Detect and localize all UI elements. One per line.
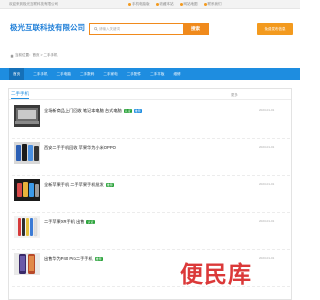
item-thumbnail[interactable] — [14, 105, 40, 127]
recommend-badge: 推荐 — [133, 109, 142, 113]
verified-badge: 认证 — [123, 109, 132, 113]
nav-item-tablets[interactable]: 二手平板 — [150, 72, 164, 77]
breadcrumb: 当前位置：首页 > 二手手机 — [10, 53, 58, 58]
nav-item-repair[interactable]: 维修 — [173, 72, 180, 77]
nav-item-computers[interactable]: 二手电脑 — [57, 72, 71, 77]
nav-item-appliances[interactable]: 二手家电 — [103, 72, 117, 77]
search-icon — [94, 27, 98, 31]
main-nav: 首页 二手手机 二手电脑 二手数码 二手家电 二手配件 二手平板 维修 — [0, 68, 300, 80]
publish-button[interactable]: 免费发布信息 — [257, 23, 293, 35]
item-title[interactable]: 全新苹果手机 二手苹果手机批发 推荐 — [44, 182, 114, 188]
top-link-mobile[interactable]: 手机电脑版 — [128, 2, 150, 7]
item-title[interactable]: 出售华为P40 Pro二手手机 推荐 — [44, 256, 103, 262]
nav-item-phones[interactable]: 二手手机 — [33, 72, 47, 77]
item-title[interactable]: 西安二手手机回收 苹果华为小米OPPO — [44, 145, 116, 151]
search-button[interactable]: 搜索 — [183, 24, 208, 34]
item-date: 2023-01-01 — [259, 219, 275, 223]
verified-badge: 认证 — [86, 220, 95, 224]
home-icon — [10, 53, 14, 58]
site-logo[interactable]: 极光互联科技有限公司 — [10, 22, 85, 33]
item-date: 2023-01-01 — [259, 108, 275, 112]
item-date: 2023-01-01 — [259, 182, 275, 186]
list-item[interactable]: 全新苹果手机 二手苹果手机批发 推荐 2023-01-01 — [12, 177, 290, 213]
mobile-icon — [128, 3, 131, 6]
recommend-badge: 推荐 — [105, 183, 114, 187]
search-input[interactable]: 请输入关键词 — [90, 24, 183, 34]
item-thumbnail[interactable] — [14, 216, 40, 238]
recommend-badge: 推荐 — [94, 257, 103, 261]
item-thumbnail[interactable] — [14, 179, 40, 201]
nav-item-home[interactable]: 首页 — [9, 68, 25, 80]
top-link-favorite[interactable]: 收藏本站 — [155, 2, 174, 7]
list-item[interactable]: 二手苹果XR手机 出售 认证 2023-01-01 — [12, 214, 290, 250]
welcome-text: 欢迎来到极光互联科技有限公司 — [9, 2, 58, 6]
search-placeholder: 请输入关键词 — [99, 27, 120, 31]
star-icon — [155, 3, 159, 6]
panel-more-link[interactable]: 更多 — [231, 92, 238, 97]
list-item[interactable]: 全场新商品上门回收 笔记本电脑 台式电脑 认证 推荐 2023-01-01 — [12, 103, 290, 139]
item-date: 2023-01-01 — [259, 145, 275, 149]
nav-item-digital[interactable]: 二手数码 — [80, 72, 94, 77]
top-link-sitemap[interactable]: 网站地图 — [179, 2, 198, 7]
item-title[interactable]: 二手苹果XR手机 出售 认证 — [44, 219, 95, 225]
item-date: 2023-01-01 — [259, 256, 275, 260]
top-link-contact[interactable]: 联系我们 — [203, 2, 222, 7]
watermark-text: 便民库 — [180, 262, 252, 288]
top-bar: 欢迎来到极光互联科技有限公司 手机电脑版 收藏本站 网站地图 联系我们 — [0, 0, 300, 9]
sitemap-icon — [179, 3, 183, 6]
item-thumbnail[interactable] — [14, 253, 40, 275]
breadcrumb-text: 当前位置：首页 > 二手手机 — [15, 53, 58, 57]
item-title[interactable]: 全场新商品上门回收 笔记本电脑 台式电脑 认证 推荐 — [44, 108, 142, 114]
nav-item-accessories[interactable]: 二手配件 — [127, 72, 141, 77]
search-box: 请输入关键词 搜索 — [89, 23, 209, 35]
item-thumbnail[interactable] — [14, 142, 40, 164]
list-item[interactable]: 西安二手手机回收 苹果华为小米OPPO 2023-01-01 — [12, 140, 290, 176]
contact-icon — [203, 3, 207, 6]
panel-header: 二手手机 更多 — [9, 89, 291, 100]
top-links: 手机电脑版 收藏本站 网站地图 联系我们 — [128, 2, 222, 7]
panel-title: 二手手机 — [11, 91, 29, 99]
